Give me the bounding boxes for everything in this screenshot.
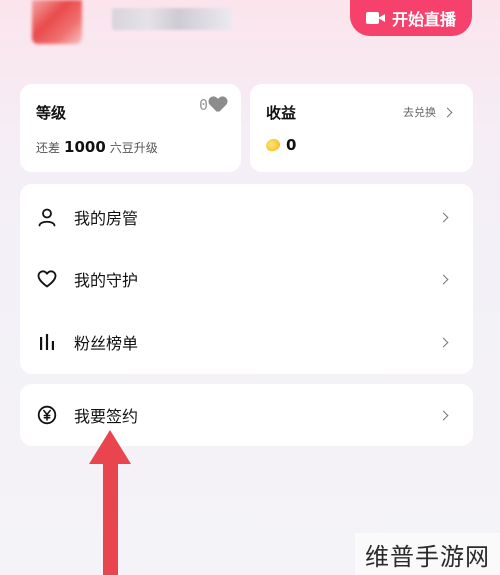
menu-item-label: 粉丝榜单: [74, 334, 139, 353]
level-sub-amount: 1000: [64, 138, 106, 156]
level-card[interactable]: 等级 0 还差 1000 六豆升级: [20, 84, 241, 172]
redeem-label: 去兑换: [403, 106, 436, 119]
bar-chart-icon: [40, 334, 54, 350]
chevron-right-icon: [442, 107, 453, 117]
menu-list: 我的房管 我的守护 粉丝榜单: [20, 184, 473, 374]
menu-item-label: 我的房管: [74, 209, 139, 228]
annotation-arrow-head: [89, 430, 131, 464]
menu-item-label: 我要签约: [74, 407, 139, 426]
coin-value: 0: [286, 136, 297, 154]
menu-item-guardians[interactable]: 我的守护: [20, 248, 473, 310]
chevron-right-icon: [438, 410, 449, 420]
yen-circle-icon: [37, 405, 57, 425]
chevron-right-icon: [438, 274, 449, 284]
chevron-right-icon: [438, 337, 449, 347]
level-badge-number: 0: [198, 96, 208, 114]
avatar[interactable]: [32, 0, 82, 44]
video-camera-icon: [365, 11, 386, 25]
sign-contract-card: 我要签约: [20, 384, 473, 446]
profile-header: 开始直播: [0, 0, 500, 70]
heart-icon: [37, 270, 57, 288]
heart-icon: [209, 97, 227, 113]
annotation-arrow-shaft: [103, 460, 118, 575]
username-redacted: [112, 8, 232, 30]
coin-balance: 0: [264, 136, 297, 154]
start-live-button[interactable]: 开始直播: [350, 0, 472, 36]
level-sub-suffix: 六豆升级: [109, 141, 158, 155]
start-live-label: 开始直播: [391, 10, 456, 29]
level-progress-text: 还差 1000 六豆升级: [36, 138, 158, 156]
income-card[interactable]: 收益 去兑换 0: [250, 84, 473, 172]
menu-item-label: 我的守护: [74, 271, 139, 290]
redeem-link[interactable]: 去兑换: [403, 104, 453, 120]
chevron-right-icon: [438, 212, 449, 222]
watermark: 维普手游网: [355, 533, 500, 575]
person-icon: [38, 208, 56, 227]
menu-item-sign-contract[interactable]: 我要签约: [20, 384, 473, 446]
level-sub-prefix: 还差: [36, 141, 61, 155]
level-badge: 0: [199, 96, 227, 114]
menu-item-room-managers[interactable]: 我的房管: [20, 186, 473, 248]
coin-icon: [264, 136, 282, 154]
income-title: 收益: [266, 104, 297, 122]
level-title: 等级: [36, 104, 67, 122]
menu-item-fan-ranking[interactable]: 粉丝榜单: [20, 311, 473, 373]
